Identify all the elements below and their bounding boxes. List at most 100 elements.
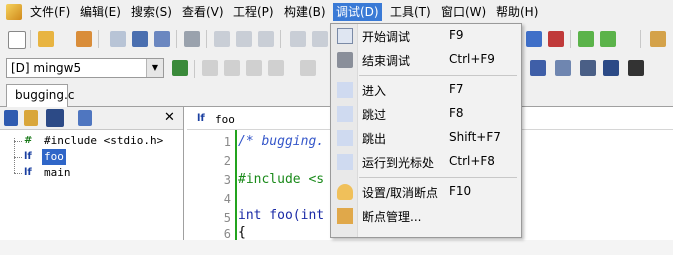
chart-icon[interactable] [555, 60, 571, 76]
list-view-icon[interactable] [580, 60, 596, 76]
compiler-options-icon[interactable] [172, 60, 188, 76]
menu-edit[interactable]: 编辑(E) [77, 3, 124, 21]
bottom-strip [0, 240, 673, 255]
menu-item-step-out[interactable]: 跳出 Shift+F7 [332, 127, 520, 149]
undo-icon[interactable] [290, 31, 306, 47]
step-into-icon [337, 82, 353, 98]
breakpoint-manager-icon [337, 208, 353, 224]
compiler-select[interactable]: [D] mingw5 ▼ [6, 58, 164, 78]
menu-item-label: 进入 [362, 84, 387, 98]
toolbar-separator [194, 60, 195, 78]
menu-item-label: 跳过 [362, 108, 387, 122]
menu-build[interactable]: 构建(B) [281, 3, 329, 21]
menu-project[interactable]: 工程(P) [230, 3, 277, 21]
toggle-breakpoint-icon [337, 184, 353, 200]
toggle-panel-icon[interactable] [603, 60, 619, 76]
menu-item-step-over[interactable]: 跳过 F8 [332, 103, 520, 125]
include-icon: # [24, 135, 33, 146]
menu-view[interactable]: 查看(V) [179, 3, 227, 21]
menu-item-step-into[interactable]: 进入 F7 [332, 79, 520, 101]
menu-item-run-to-cursor[interactable]: 运行到光标处 Ctrl+F8 [332, 151, 520, 173]
toolbar-separator [640, 30, 641, 48]
tree-item-foo[interactable]: foo [42, 149, 66, 165]
open-project-icon[interactable] [76, 31, 92, 47]
function-icon: lf [24, 167, 32, 178]
window-layout-icon[interactable] [530, 60, 546, 76]
close-icon[interactable]: ✕ [164, 110, 175, 125]
sort-icon[interactable] [4, 110, 18, 126]
tree-item-include[interactable]: #include <stdio.h> [44, 133, 163, 149]
open-folder-icon[interactable] [38, 31, 54, 47]
class-browser-toolbar: ✕ [0, 107, 183, 130]
line-number: 4 [223, 192, 231, 206]
menu-item-label: 跳出 [362, 132, 387, 146]
tree-connector [14, 141, 22, 142]
close-file-icon[interactable] [110, 31, 126, 47]
code-line: /* bugging. [238, 134, 325, 149]
toolbar-separator [176, 30, 177, 48]
menu-item-stop-debug[interactable]: 结束调试 Ctrl+F9 [332, 49, 520, 71]
copy-icon[interactable] [236, 31, 252, 47]
menu-item-shortcut: F10 [449, 184, 472, 198]
line-number: 5 [223, 211, 231, 225]
menu-item-shortcut: Ctrl+F8 [449, 154, 495, 168]
menu-bar: 文件(F) 编辑(E) 搜索(S) 查看(V) 工程(P) 构建(B) 调试(D… [0, 0, 673, 24]
line-number: 3 [223, 173, 231, 187]
menu-item-breakpoint-manager[interactable]: 断点管理... [332, 205, 520, 227]
tree-connector [14, 173, 22, 174]
run-icon [202, 60, 218, 76]
line-number: 6 [223, 227, 231, 241]
menu-debug[interactable]: 调试(D) [333, 3, 382, 21]
line-number: 1 [223, 135, 231, 149]
app-logo-icon [6, 4, 22, 20]
menu-separator [359, 177, 517, 178]
step-over-icon [337, 106, 353, 122]
code-line: int foo(int [238, 208, 325, 223]
save-icon[interactable] [132, 31, 148, 47]
tree-item-main[interactable]: main [44, 165, 71, 181]
menu-file[interactable]: 文件(F) [27, 3, 73, 21]
menu-item-label: 断点管理... [362, 210, 422, 224]
check-syntax-icon[interactable] [526, 31, 542, 47]
line-number-gutter: 1 2 3 4 5 6 [187, 130, 235, 241]
modified-lines-marker [235, 130, 237, 240]
toolbar-separator [206, 30, 207, 48]
new-file-icon[interactable] [8, 31, 26, 49]
toolbar-separator [570, 30, 571, 48]
menu-help[interactable]: 帮助(H) [493, 3, 541, 21]
save-all-icon[interactable] [154, 31, 170, 47]
function-icon: lf [197, 113, 205, 124]
back-arrow-icon[interactable] [578, 31, 594, 47]
goto-definition-icon[interactable] [78, 110, 92, 126]
line-number: 2 [223, 154, 231, 168]
menu-window[interactable]: 窗口(W) [438, 3, 489, 21]
menu-item-toggle-breakpoint[interactable]: 设置/取消断点 F10 [332, 181, 520, 203]
menu-separator [359, 75, 517, 76]
menu-item-shortcut: F8 [449, 106, 464, 120]
menu-search[interactable]: 搜索(S) [128, 3, 175, 21]
chevron-down-icon[interactable]: ▼ [146, 59, 163, 77]
code-line: { [238, 225, 246, 240]
cut-icon[interactable] [214, 31, 230, 47]
menu-item-shortcut: F7 [449, 82, 464, 96]
code-line: #include <s [238, 172, 325, 187]
forward-arrow-icon[interactable] [600, 31, 616, 47]
step-icon [246, 60, 262, 76]
tab-label: bugging.c [15, 88, 75, 102]
console-icon[interactable] [628, 60, 644, 76]
compiler-select-value: [D] mingw5 [11, 61, 82, 75]
menu-item-shortcut: F9 [449, 28, 464, 42]
menu-tools[interactable]: 工具(T) [387, 3, 434, 21]
redo-icon[interactable] [312, 31, 328, 47]
menu-item-start-debug[interactable]: 开始调试 F9 [332, 25, 520, 47]
clean-icon[interactable] [548, 31, 564, 47]
menu-item-label: 设置/取消断点 [362, 186, 439, 200]
menu-item-label: 开始调试 [362, 30, 411, 44]
paste-icon[interactable] [258, 31, 274, 47]
function-navigator-label: foo [215, 113, 235, 126]
tab-bugging-c[interactable]: bugging.c [6, 84, 74, 107]
print-icon[interactable] [184, 31, 200, 47]
project-options-icon[interactable] [650, 31, 666, 47]
show-members-icon[interactable] [46, 109, 64, 127]
sort-by-type-icon[interactable] [24, 110, 38, 126]
